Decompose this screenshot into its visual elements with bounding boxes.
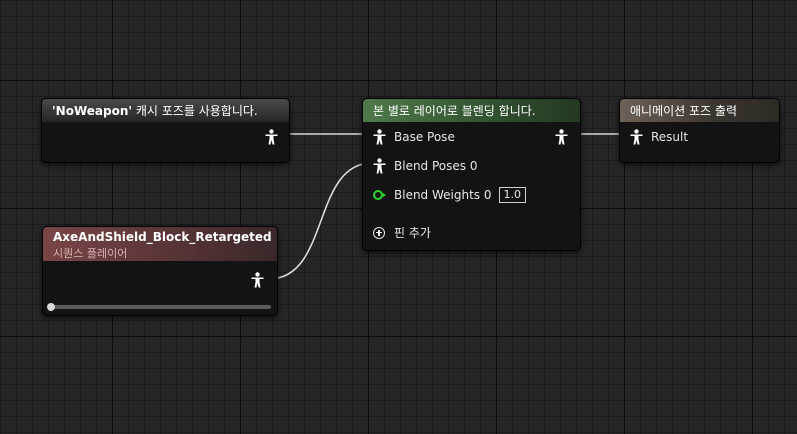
add-pin-icon [373,226,385,239]
pin-label: Base Pose [394,130,455,144]
output-pose-pin[interactable] [265,129,278,145]
output-pose-node[interactable]: 애니메이션 포즈 출력 Result [619,98,780,163]
node-title: 애니메이션 포즈 출력 [630,104,737,118]
pose-pin-icon [373,129,386,145]
wire-sequence-to-blend-poses[interactable] [268,162,373,280]
add-pin-label: 핀 추가 [394,226,431,240]
output-pose-pin[interactable] [251,272,264,288]
blend-poses-pin[interactable]: Blend Poses 0 [373,158,477,174]
sequence-player-node[interactable]: AxeAndShield_Block_Retargeted 시퀀스 플레이어 [42,226,278,316]
pin-label: Blend Poses 0 [394,159,478,173]
node-header: 애니메이션 포즈 출력 [620,99,779,122]
slider-knob[interactable] [47,303,55,311]
pose-pin-icon [251,272,264,288]
node-title-suffix: 캐시 포즈를 사용합니다. [132,104,258,118]
output-pose-pin[interactable] [555,129,568,145]
node-title: 본 별로 레이어로 블렌딩 합니다. [373,104,536,118]
use-cached-pose-node[interactable]: 'NoWeapon' 캐시 포즈를 사용합니다. [41,98,290,163]
node-subtitle: 시퀀스 플레이어 [53,247,128,260]
node-title-cache-name: 'NoWeapon' [52,103,133,118]
pin-label: Result [651,130,689,144]
pin-label: Blend Weights 0 [394,188,492,202]
pose-pin-icon [373,158,386,174]
result-pin[interactable]: Result [630,129,688,145]
anim-graph-canvas[interactable]: 'NoWeapon' 캐시 포즈를 사용합니다. 본 별로 레이어로 블렌딩 합… [0,0,797,434]
pose-pin-icon [630,129,643,145]
pose-pin-icon [265,129,278,145]
node-header: AxeAndShield_Block_Retargeted 시퀀스 플레이어 [43,227,277,261]
float-pin-icon [373,190,386,200]
play-position-slider[interactable] [47,303,271,311]
blend-weight-value-input[interactable]: 1.0 [498,187,526,203]
layered-blend-per-bone-node[interactable]: 본 별로 레이어로 블렌딩 합니다. Base Pose Blend Poses… [362,98,581,251]
pose-pin-icon [555,129,568,145]
node-title: AxeAndShield_Block_Retargeted [53,230,272,244]
blend-weights-pin[interactable]: Blend Weights 0 1.0 [373,187,526,203]
node-header: 본 별로 레이어로 블렌딩 합니다. [363,99,580,122]
node-header: 'NoWeapon' 캐시 포즈를 사용합니다. [42,99,289,122]
add-pin-button[interactable]: 핀 추가 [373,224,431,241]
base-pose-pin[interactable]: Base Pose [373,129,455,145]
